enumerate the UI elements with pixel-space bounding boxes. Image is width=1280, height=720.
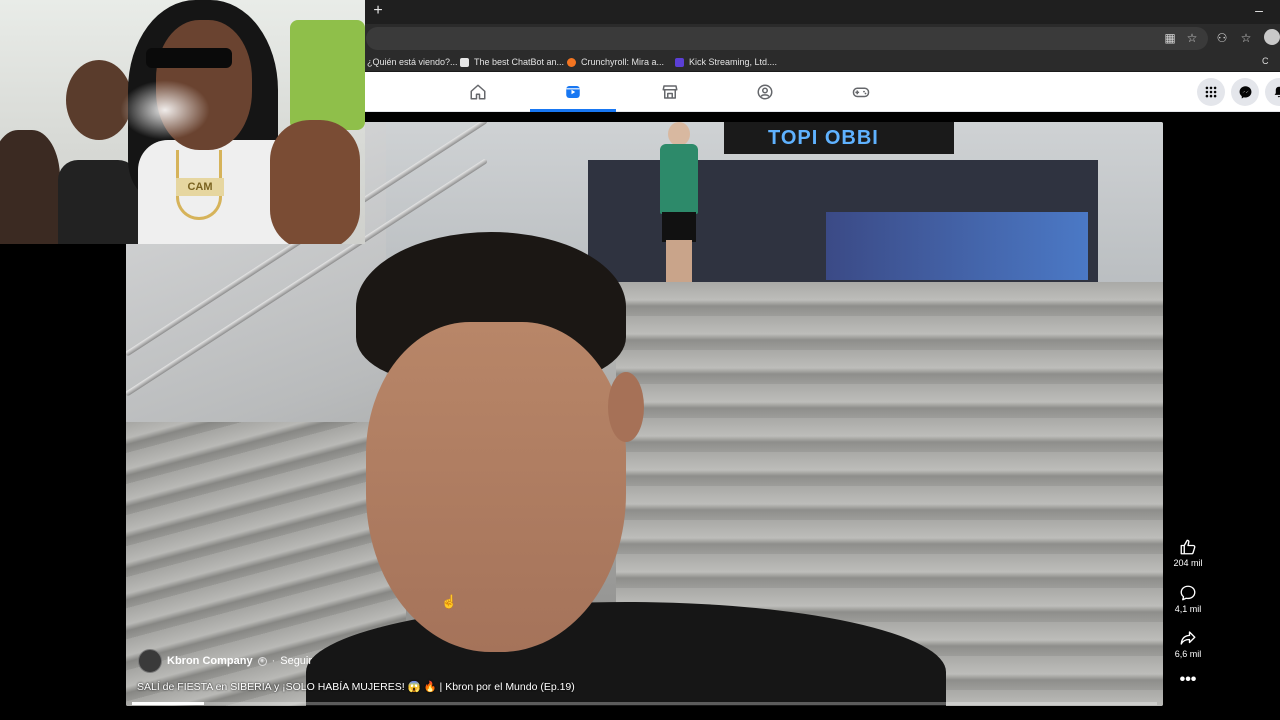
- screen: + – ▦ ☆ ⚇ ☆ ¿Quién está viendo?... The b…: [0, 0, 1280, 720]
- menu-grid-icon: [1205, 86, 1217, 98]
- video-caption[interactable]: SALÍ de FIESTA en SIBERIA y ¡SOLO HABÍA …: [137, 680, 837, 693]
- comment-button[interactable]: 4,1 mil: [1168, 584, 1208, 614]
- messenger-button[interactable]: [1231, 78, 1259, 106]
- video-owner-row: Kbron Company ◉ · Seguir: [138, 648, 312, 674]
- thumbs-up-icon: [1180, 539, 1196, 555]
- favorites-bar-icon[interactable]: ☆: [1238, 30, 1254, 46]
- video-icon: [566, 86, 580, 98]
- follow-button[interactable]: Seguir: [280, 655, 312, 667]
- like-count: 204 mil: [1173, 558, 1203, 568]
- comment-count: 4,1 mil: [1174, 604, 1202, 614]
- hand-cursor-icon: ☝: [441, 594, 458, 609]
- bookmark-label: Crunchyroll: Mira a...: [581, 57, 665, 67]
- bookmark-crunchyroll[interactable]: Crunchyroll: Mira a...: [567, 55, 664, 69]
- bookmark-chatbot[interactable]: The best ChatBot an...: [460, 55, 564, 69]
- tab-video[interactable]: [530, 72, 616, 112]
- bookmark-netflix[interactable]: ¿Quién está viendo?...: [367, 55, 458, 69]
- groups-icon: [757, 84, 773, 100]
- favorite-star-icon[interactable]: ☆: [1184, 30, 1200, 46]
- comment-icon: [1180, 585, 1196, 601]
- video-frame-presenter: [306, 232, 946, 706]
- kick-icon: [675, 57, 684, 67]
- video-progress-bar[interactable]: [132, 702, 1157, 705]
- owner-name[interactable]: Kbron Company: [167, 655, 253, 667]
- new-tab-button[interactable]: +: [370, 2, 386, 20]
- pip-person-left: [0, 130, 60, 244]
- pip-smoke: [120, 80, 210, 140]
- tab-marketplace[interactable]: [627, 72, 713, 112]
- gaming-icon: [852, 87, 870, 98]
- tab-groups[interactable]: [722, 72, 808, 112]
- address-bar[interactable]: [366, 27, 1208, 50]
- other-favorites-folder[interactable]: C: [1262, 56, 1269, 66]
- share-count: 6,6 mil: [1174, 649, 1202, 659]
- bookmark-label: Kick Streaming, Ltd....: [689, 57, 778, 67]
- separator-dot: ·: [271, 655, 276, 667]
- video-frame-sign: TOPI OBBI: [724, 122, 954, 154]
- owner-avatar[interactable]: [138, 649, 162, 673]
- bookmark-label: ¿Quién está viendo?...: [367, 57, 458, 67]
- notifications-icon: [1274, 86, 1280, 98]
- crunchyroll-icon: [567, 57, 576, 67]
- video-progress-fill: [132, 702, 204, 705]
- share-button[interactable]: 6,6 mil: [1168, 629, 1208, 659]
- globe-icon: ◉: [257, 656, 267, 666]
- more-options-button[interactable]: •••: [1176, 672, 1200, 692]
- chatbot-icon: [460, 57, 469, 67]
- tab-gaming[interactable]: [818, 72, 904, 112]
- share-icon: [1180, 631, 1196, 645]
- profile-avatar[interactable]: [1264, 29, 1280, 45]
- like-button[interactable]: 204 mil: [1168, 538, 1208, 568]
- menu-button[interactable]: [1197, 78, 1225, 106]
- minimize-button[interactable]: –: [1252, 2, 1266, 20]
- reader-mode-icon[interactable]: ▦: [1162, 30, 1178, 46]
- pip-pendant: CAM: [176, 178, 224, 196]
- marketplace-icon: [662, 85, 678, 99]
- bookmark-label: The best ChatBot an...: [474, 57, 565, 67]
- home-icon: [470, 84, 486, 100]
- notifications-button[interactable]: [1265, 78, 1280, 106]
- messenger-icon: [1239, 85, 1251, 98]
- tab-home[interactable]: [435, 72, 521, 112]
- bookmark-kick[interactable]: Kick Streaming, Ltd....: [675, 55, 777, 69]
- extension-icon[interactable]: ⚇: [1214, 30, 1230, 46]
- video-frame-screen: [826, 212, 1088, 280]
- picture-in-picture-overlay[interactable]: CAM: [0, 0, 365, 244]
